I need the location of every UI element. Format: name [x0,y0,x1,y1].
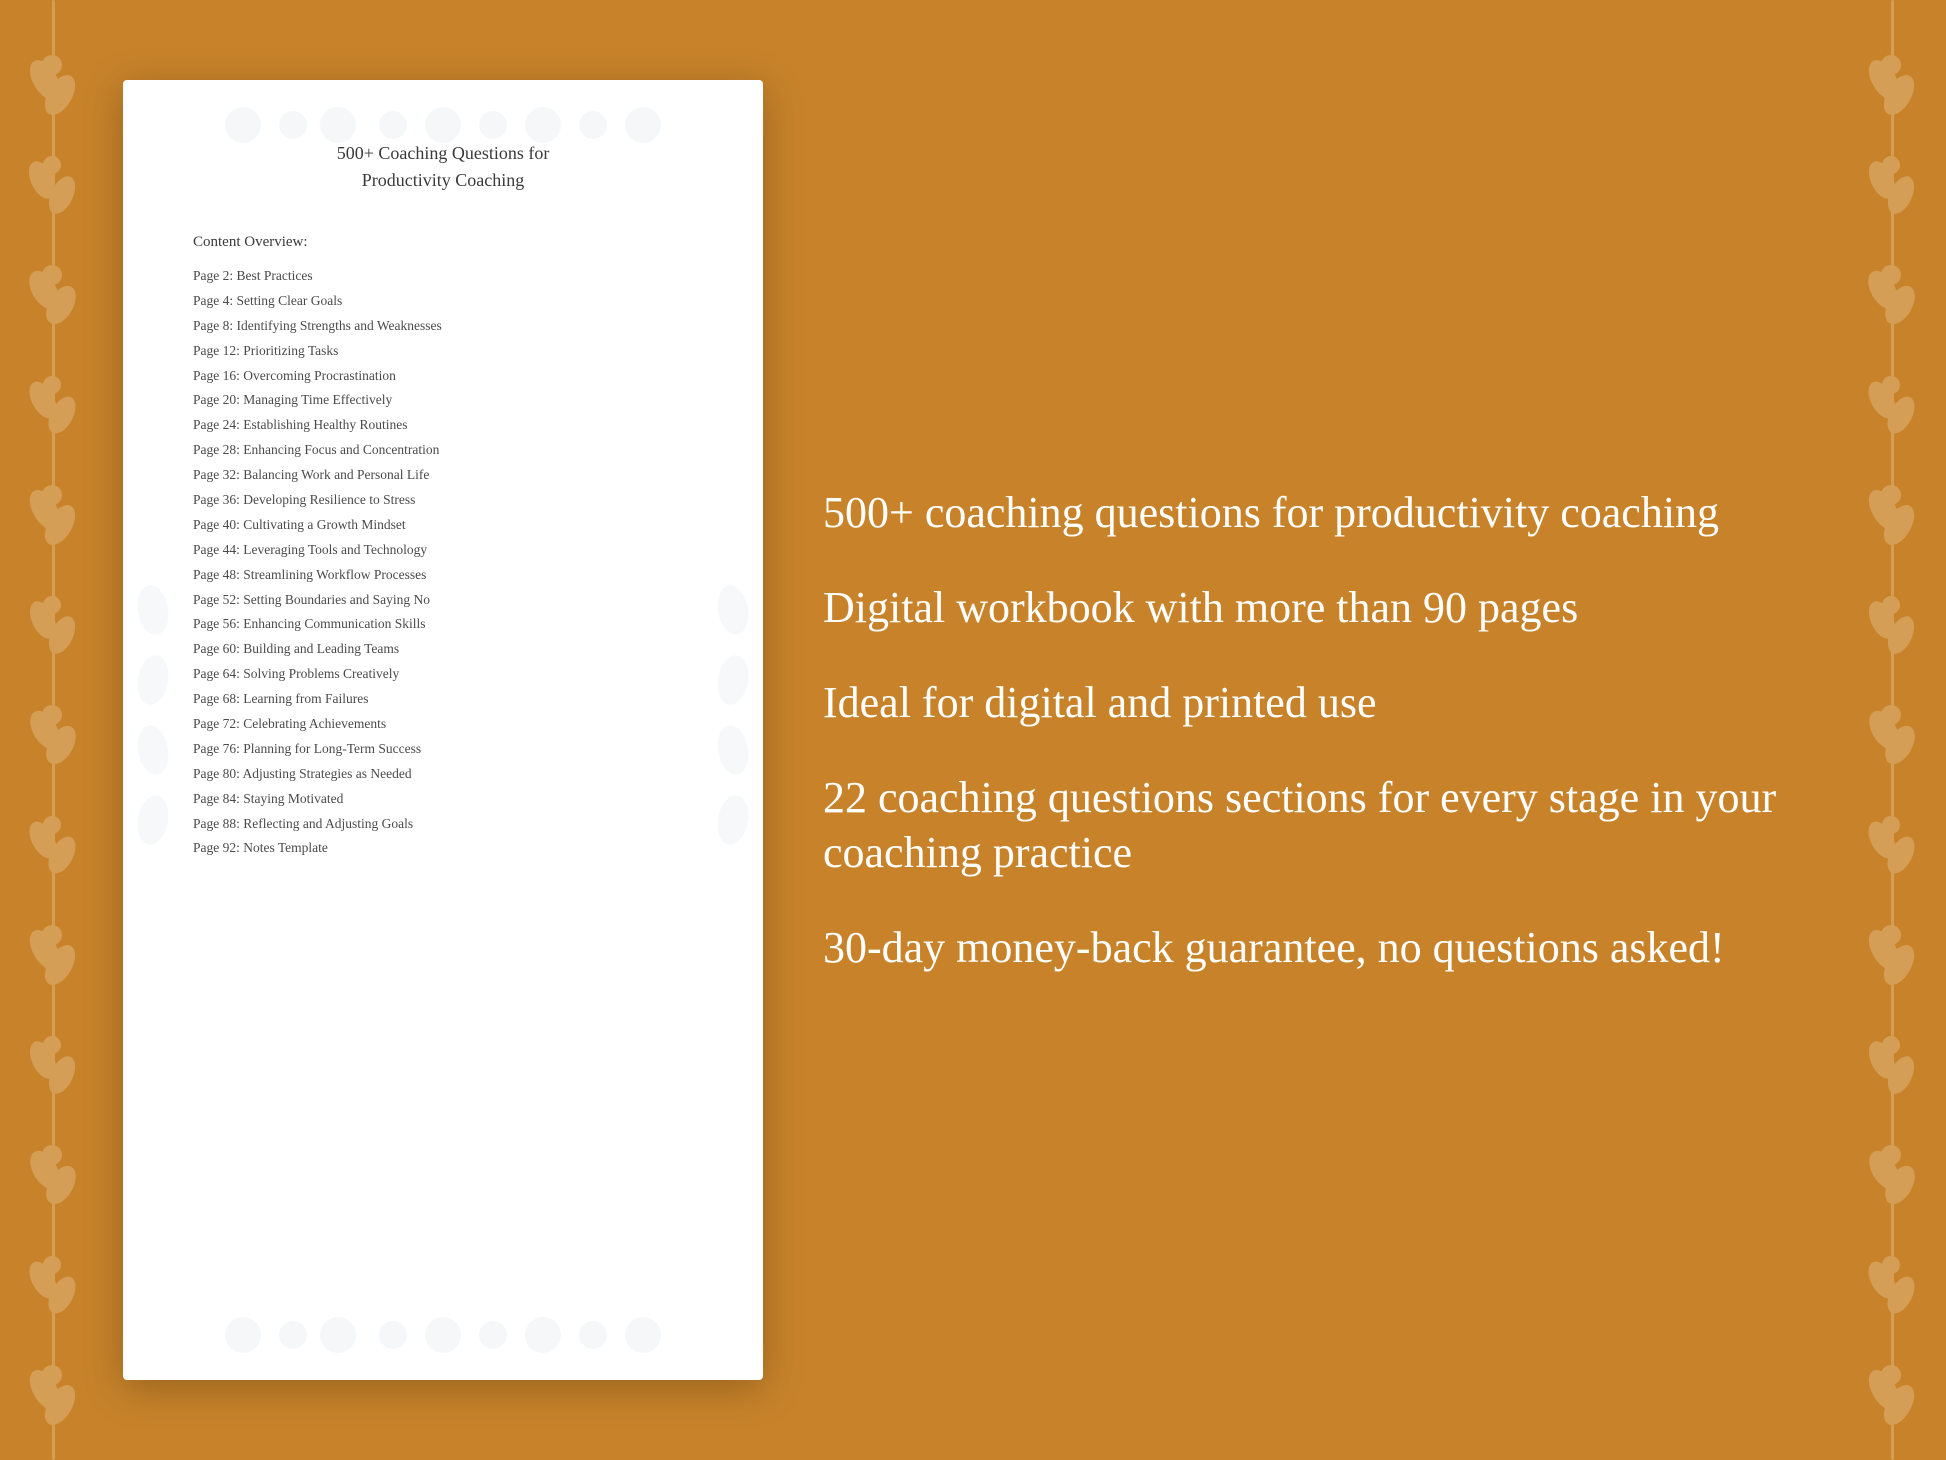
toc-item: Page 76: Planning for Long-Term Success [193,740,693,759]
toc-item: Page 12: Prioritizing Tasks [193,342,693,361]
feature-4: 22 coaching questions sections for every… [823,770,1823,880]
feature-3: Ideal for digital and printed use [823,675,1823,730]
document-side-watermark-left [133,580,173,880]
toc-item: Page 56: Enhancing Communication Skills [193,615,693,634]
features-panel: 500+ coaching questions for productivity… [823,465,1823,995]
document-watermark-bottom [187,1310,699,1360]
toc-item: Page 92: Notes Template [193,839,693,858]
table-of-contents: Page 2: Best Practices Page 4: Setting Cl… [193,267,693,858]
toc-item: Page 84: Staying Motivated [193,790,693,809]
toc-item: Page 16: Overcoming Procrastination [193,367,693,386]
toc-item: Page 28: Enhancing Focus and Concentrati… [193,441,693,460]
toc-item: Page 2: Best Practices [193,267,693,286]
toc-item: Page 20: Managing Time Effectively [193,391,693,410]
floral-decoration-right [1836,0,1946,1460]
toc-item: Page 72: Celebrating Achievements [193,715,693,734]
main-layout: 500+ Coaching Questions for Productivity… [123,40,1823,1420]
toc-item: Page 32: Balancing Work and Personal Lif… [193,466,693,485]
toc-item: Page 52: Setting Boundaries and Saying N… [193,591,693,610]
feature-5: 30-day money-back guarantee, no question… [823,920,1823,975]
toc-item: Page 24: Establishing Healthy Routines [193,416,693,435]
toc-item: Page 40: Cultivating a Growth Mindset [193,516,693,535]
toc-item: Page 88: Reflecting and Adjusting Goals [193,815,693,834]
toc-item: Page 4: Setting Clear Goals [193,292,693,311]
toc-item: Page 44: Leveraging Tools and Technology [193,541,693,560]
feature-2: Digital workbook with more than 90 pages [823,580,1823,635]
document-title-line2: Productivity Coaching [362,170,524,190]
toc-item: Page 60: Building and Leading Teams [193,640,693,659]
toc-item: Page 48: Streamlining Workflow Processes [193,566,693,585]
toc-item: Page 80: Adjusting Strategies as Needed [193,765,693,784]
toc-item: Page 68: Learning from Failures [193,690,693,709]
content-overview-label: Content Overview: [193,234,693,251]
document-side-watermark-right [713,580,753,880]
toc-item: Page 64: Solving Problems Creatively [193,665,693,684]
toc-item: Page 8: Identifying Strengths and Weakne… [193,317,693,336]
toc-item: Page 36: Developing Resilience to Stress [193,491,693,510]
document-watermark-top [187,100,699,150]
document-card: 500+ Coaching Questions for Productivity… [123,80,763,1380]
feature-1: 500+ coaching questions for productivity… [823,485,1823,540]
floral-decoration-left [0,0,110,1460]
